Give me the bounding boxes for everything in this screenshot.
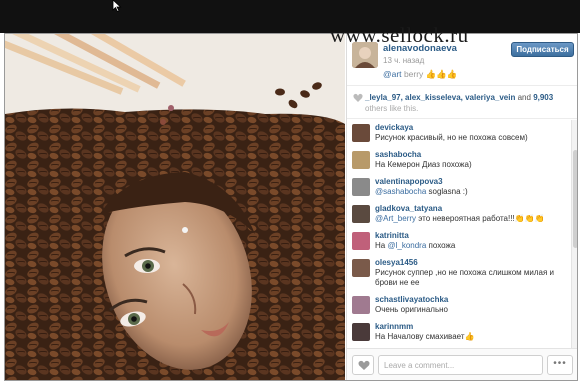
comment-text: На Началову смахивает👍	[375, 332, 475, 341]
list-item: karinnmm На Началову смахивает👍	[347, 319, 571, 346]
comment-text: На @l_kondra похожа	[375, 241, 569, 251]
comment-text: На Кемерон Диаз похожа)	[375, 160, 472, 169]
avatar[interactable]	[352, 296, 370, 314]
comment-text: Очень оригинально	[375, 305, 448, 314]
list-item: valentinapopova3 @sashabocha soglasna :)	[347, 174, 571, 201]
comments-scrollbar[interactable]	[571, 120, 577, 348]
comment-input[interactable]	[378, 355, 543, 375]
avatar[interactable]	[352, 205, 370, 223]
comment-username[interactable]: olesya1456	[375, 258, 418, 267]
comment-mention[interactable]: @Art_berry	[375, 214, 416, 223]
avatar[interactable]	[352, 124, 370, 142]
like-button[interactable]	[352, 355, 374, 375]
post-modal: alenavodonaeva 13 ч. назад @art berry 👍👍…	[4, 33, 578, 381]
list-item: sashabocha На Кемерон Диаз похожа)	[347, 147, 571, 174]
likes-suffix: others like this.	[365, 104, 419, 113]
caption-mention[interactable]: @art	[383, 69, 402, 79]
post-caption: @art berry 👍👍👍	[383, 69, 457, 80]
comment-mention[interactable]: @l_kondra	[387, 241, 426, 250]
post-photo	[5, 34, 345, 380]
likes-users[interactable]: _leyla_97, alex_kisseleva, valeriya_vein	[365, 93, 515, 102]
browser-top-bar	[0, 0, 580, 33]
list-item: devickaya Рисунок красивый, но не похожа…	[347, 120, 571, 147]
avatar[interactable]	[352, 178, 370, 196]
comments-list: devickaya Рисунок красивый, но не похожа…	[347, 120, 571, 348]
comment-body: soglasna :)	[428, 187, 468, 196]
comment-username[interactable]: gladkova_tatyana	[375, 204, 442, 213]
more-options-button[interactable]: •••	[547, 355, 573, 375]
avatar[interactable]	[352, 323, 370, 341]
list-item: katrinitta На @l_kondra похожа	[347, 228, 571, 255]
comment-text: Рисунок суппер ,но не похожа слишком мил…	[375, 268, 554, 287]
comment-body: это невероятная работа!!!👏👏👏	[418, 214, 545, 223]
mouse-cursor-icon	[112, 0, 122, 12]
avatar[interactable]	[352, 259, 370, 277]
comment-username[interactable]: katrinitta	[375, 231, 409, 240]
comment-text: @sashabocha soglasna :)	[375, 187, 569, 197]
list-item: gladkova_tatyana @Art_berry это невероят…	[347, 201, 571, 228]
comment-mention[interactable]: @sashabocha	[375, 187, 426, 196]
likes-and: and	[517, 93, 531, 102]
post-timestamp: 13 ч. назад	[383, 56, 425, 65]
heart-icon	[353, 93, 363, 102]
list-item: schastlivayatochka Очень оригинально	[347, 292, 571, 319]
comment-footer: •••	[347, 348, 577, 380]
list-item: olesya1456 Рисунок суппер ,но не похожа …	[347, 255, 571, 292]
likes-count[interactable]: 9,903	[533, 93, 553, 102]
heart-icon	[358, 360, 370, 370]
avatar[interactable]	[352, 232, 370, 250]
post-photo-artwork	[5, 34, 345, 380]
comment-username[interactable]: valentinapopova3	[375, 177, 443, 186]
comment-text: @Art_berry это невероятная работа!!!👏👏👏	[375, 214, 569, 224]
watermark-text: www.sellock.ru	[330, 23, 469, 47]
comment-prefix: На	[375, 241, 386, 250]
likes-section: _leyla_97, alex_kisseleva, valeriya_vein…	[347, 87, 577, 119]
comment-text: Рисунок красивый, но не похожа совсем)	[375, 133, 528, 142]
avatar[interactable]	[352, 151, 370, 169]
comment-body: похожа	[428, 241, 456, 250]
comment-username[interactable]: sashabocha	[375, 150, 421, 159]
likes-names: _leyla_97, alex_kisseleva, valeriya_vein…	[365, 93, 553, 102]
scrollbar-thumb[interactable]	[573, 150, 577, 248]
comment-username[interactable]: schastlivayatochka	[375, 295, 448, 304]
follow-button[interactable]: Подписаться	[511, 42, 574, 57]
comment-username[interactable]: karinnmm	[375, 322, 413, 331]
comment-username[interactable]: devickaya	[375, 123, 413, 132]
post-side-panel: alenavodonaeva 13 ч. назад @art berry 👍👍…	[346, 34, 577, 380]
caption-text: berry 👍👍👍	[403, 69, 458, 79]
